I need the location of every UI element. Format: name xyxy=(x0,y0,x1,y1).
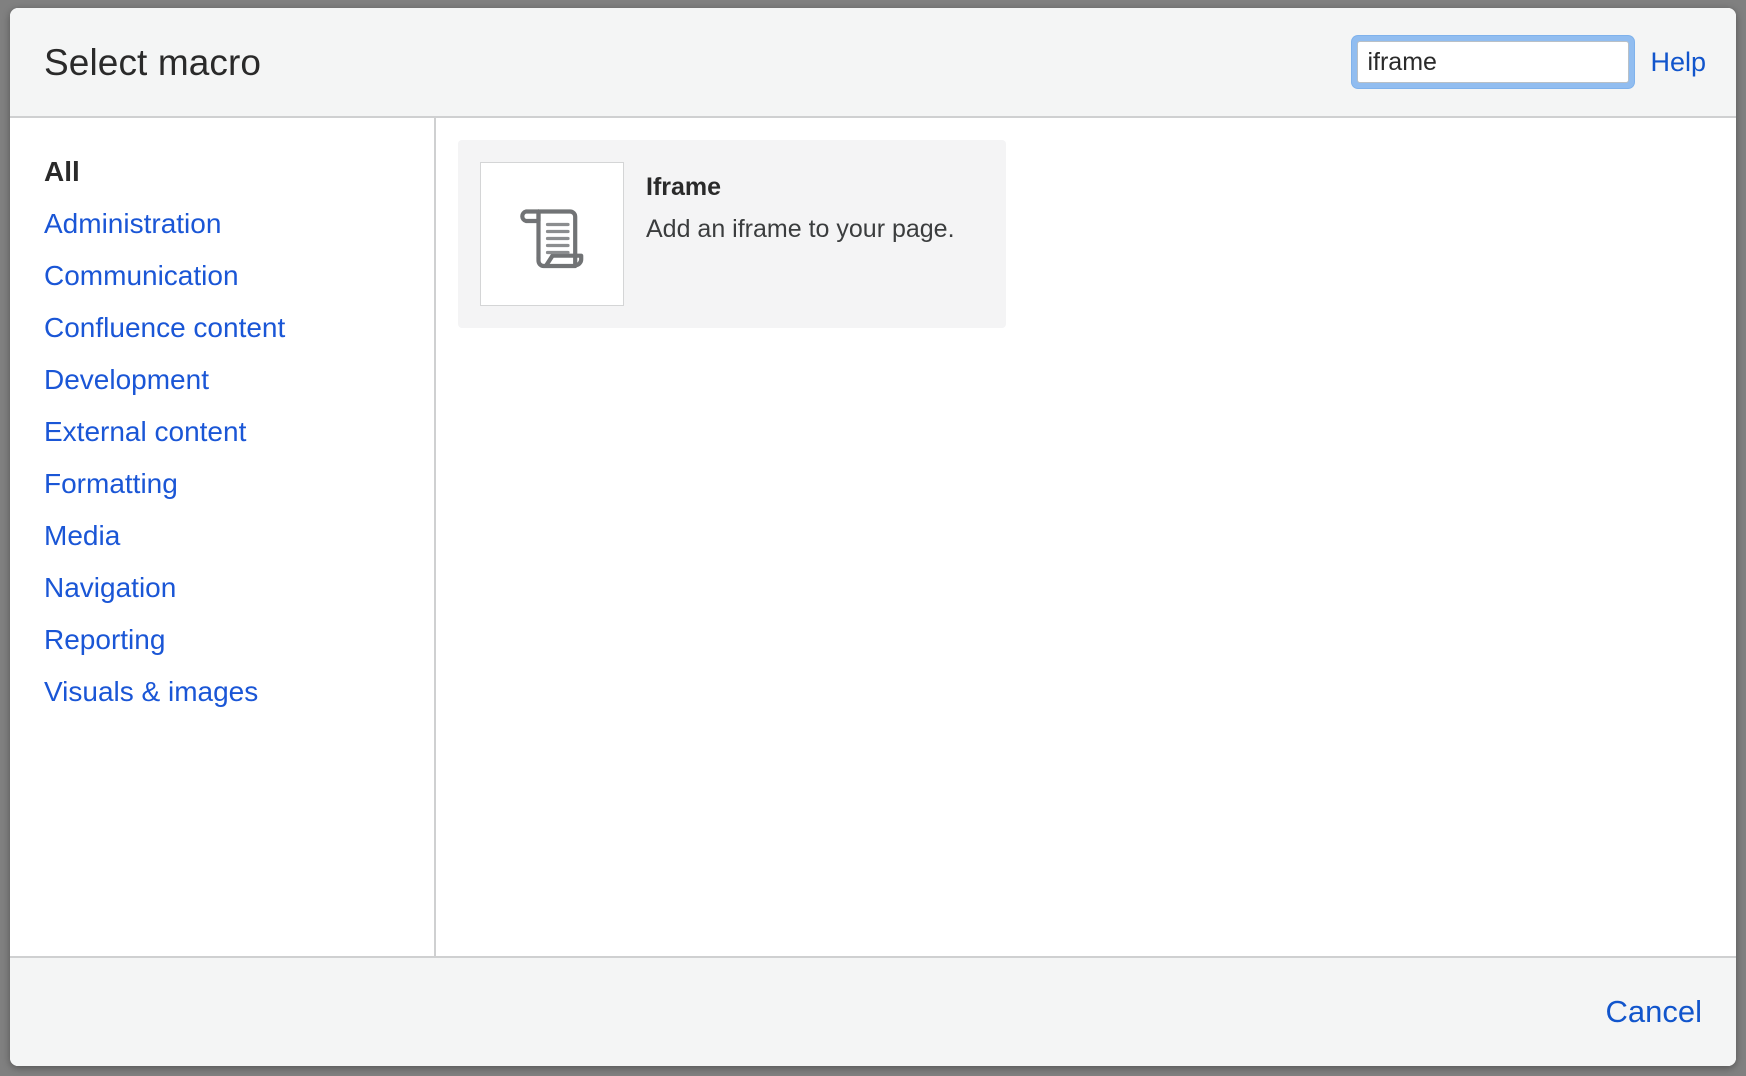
macro-title: Iframe xyxy=(646,173,722,201)
dialog-footer: Cancel xyxy=(10,956,1736,1066)
sidebar-item-communication[interactable]: Communication xyxy=(44,250,434,302)
macro-results-pane: Iframe Add an iframe to your page. xyxy=(436,118,1736,956)
select-macro-dialog: Select macro Help All AdministrationCommu… xyxy=(10,8,1736,1066)
help-link[interactable]: Help xyxy=(1650,47,1706,78)
dialog-header: Select macro Help xyxy=(10,8,1736,118)
sidebar-item-external-content[interactable]: External content xyxy=(44,406,434,458)
sidebar-item-formatting[interactable]: Formatting xyxy=(44,458,434,510)
search-field-focus-ring xyxy=(1352,36,1635,88)
category-list: All Administration Communication Confluence… xyxy=(44,146,434,718)
sidebar-item-confluence-content[interactable]: Confluence content xyxy=(44,302,434,354)
scroll-document-icon xyxy=(520,209,584,269)
header-actions: Help xyxy=(1352,36,1706,88)
sidebar-item-media[interactable]: Media xyxy=(44,510,434,562)
sidebar-item-development[interactable]: Development xyxy=(44,354,434,406)
sidebar-item-visuals-images[interactable]: Visuals & images xyxy=(44,666,434,718)
category-sidebar: All Administration Communication Confluence… xyxy=(10,118,436,956)
macro-result-card[interactable]: Iframe Add an iframe to your page. xyxy=(458,140,1006,328)
macro-text: Iframe Add an iframe to your page. xyxy=(624,162,955,247)
sidebar-item-navigation[interactable]: Navigation xyxy=(44,562,434,614)
sidebar-item-all: All xyxy=(44,156,80,187)
search-input[interactable] xyxy=(1357,41,1630,83)
macro-thumbnail xyxy=(480,162,624,306)
cancel-button[interactable]: Cancel xyxy=(1606,994,1703,1030)
dialog-body: All Administration Communication Confluence… xyxy=(10,118,1736,956)
sidebar-item-administration[interactable]: Administration xyxy=(44,198,434,250)
page-title: Select macro xyxy=(44,41,262,83)
macro-description: Add an iframe to your page. xyxy=(646,215,955,244)
sidebar-item-reporting[interactable]: Reporting xyxy=(44,614,434,666)
